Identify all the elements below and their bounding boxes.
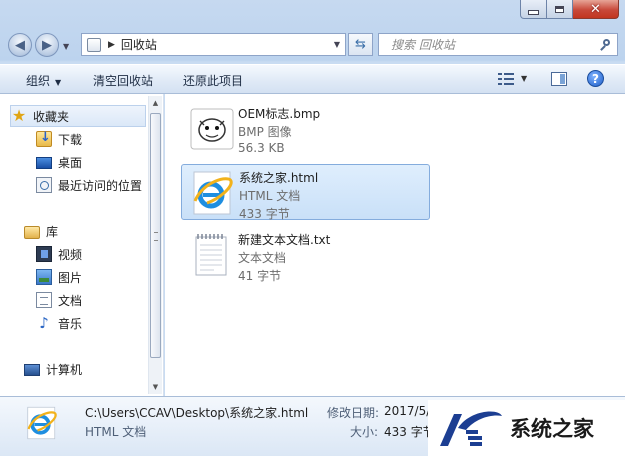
view-options-dropdown-icon[interactable]: ▼ (521, 74, 527, 83)
preview-pane-icon[interactable] (551, 72, 567, 86)
details-modified-label: 修改日期: (327, 406, 380, 420)
file-list: OEM标志.bmp BMP 图像 56.3 KB 系统之家.html HTML … (165, 94, 625, 396)
recycle-bin-small-icon (87, 37, 101, 52)
caption-buttons: ✕ (520, 0, 619, 19)
file-size: 433 字节 (239, 207, 290, 221)
ie-html-icon (193, 171, 233, 215)
sidebar-item-favorites[interactable]: ★ 收藏夹 (10, 105, 146, 127)
sidebar-item-pictures[interactable]: 图片 (36, 266, 146, 288)
watermark-logo-icon (440, 411, 502, 446)
organize-menu-button[interactable]: 组织 ▼ (26, 72, 61, 89)
command-bar: 组织 ▼ 清空回收站 还原此项目 ▼ ? (0, 64, 625, 94)
help-icon[interactable]: ? (587, 70, 604, 87)
star-icon: ★ (11, 106, 27, 125)
video-icon (36, 246, 52, 262)
details-file-type: HTML 文档 (85, 425, 147, 439)
watermark: 系统之家 (428, 400, 625, 456)
bmp-image-icon (190, 108, 234, 150)
file-name: 新建文本文档.txt (238, 233, 331, 247)
recent-pages-dropdown[interactable]: ▼ (63, 42, 69, 51)
close-icon: ✕ (590, 1, 601, 17)
sidebar-item-label: 下载 (58, 132, 83, 147)
forward-arrow-icon: ▶ (42, 37, 52, 53)
change-view-icon[interactable] (498, 72, 514, 86)
sidebar-item-label: 收藏夹 (33, 109, 70, 124)
scrollbar-thumb[interactable] (150, 113, 161, 358)
minimize-button[interactable] (520, 0, 547, 19)
library-icon (24, 225, 40, 239)
address-row: ◀ ▶ ▼ ▶ 回收站 ▼ ⇆ 搜索 回收站 (8, 33, 618, 59)
desktop-icon (36, 157, 52, 169)
file-type: BMP 图像 (238, 125, 292, 139)
sidebar-item-label: 文档 (58, 293, 83, 308)
file-item-html-selected[interactable]: 系统之家.html HTML 文档 433 字节 (181, 164, 430, 221)
minimize-icon (528, 9, 539, 15)
empty-recycle-bin-button[interactable]: 清空回收站 (93, 72, 153, 89)
refresh-button[interactable]: ⇆ (348, 33, 373, 56)
sidebar-item-label: 桌面 (58, 155, 83, 170)
explorer-window: ✕ ◀ ▶ ▼ ▶ 回收站 ▼ ⇆ 搜索 回收站 组织 ▼ 清空回收站 还原此项目… (0, 0, 625, 456)
file-name: 系统之家.html (239, 171, 319, 185)
sidebar-item-downloads[interactable]: 下载 (36, 128, 146, 150)
scroll-down-arrow-icon[interactable]: ▼ (149, 380, 162, 394)
file-item-oem-bmp[interactable]: OEM标志.bmp BMP 图像 56.3 KB (181, 101, 430, 157)
maximize-button[interactable] (547, 0, 573, 19)
search-placeholder: 搜索 回收站 (391, 38, 455, 52)
address-dropdown-icon[interactable]: ▼ (329, 40, 345, 49)
text-file-icon (195, 234, 227, 276)
file-item-txt[interactable]: 新建文本文档.txt 文本文档 41 字节 (181, 227, 430, 283)
chevron-down-icon: ▼ (55, 78, 62, 87)
scroll-up-arrow-icon[interactable]: ▲ (149, 96, 162, 110)
watermark-text: 系统之家 (510, 417, 594, 441)
sidebar-item-label: 库 (46, 224, 59, 239)
file-size: 56.3 KB (238, 141, 285, 155)
breadcrumb-chevron-icon[interactable]: ▶ (108, 40, 115, 50)
file-name: OEM标志.bmp (238, 107, 321, 121)
details-file-path: C:\Users\CCAV\Desktop\系统之家.html (85, 406, 309, 420)
search-icon[interactable] (600, 38, 612, 51)
details-size-label: 大小: (350, 425, 379, 439)
sidebar-item-label: 最近访问的位置 (58, 178, 143, 193)
breadcrumb-recycle-bin[interactable]: 回收站 (121, 36, 157, 53)
scrollbar-grip-icon (154, 232, 158, 241)
navigation-pane: ★ 收藏夹 下载 桌面 最近访问的位置 库 视频 图片 文档 (0, 94, 164, 396)
sidebar-item-computer[interactable]: 计算机 (24, 358, 146, 380)
restore-item-button[interactable]: 还原此项目 (183, 72, 243, 89)
refresh-icon: ⇆ (355, 37, 366, 52)
file-type: HTML 文档 (239, 189, 301, 203)
pictures-icon (36, 269, 52, 285)
organize-label: 组织 (26, 74, 51, 88)
sidebar-item-videos[interactable]: 视频 (36, 243, 146, 265)
sidebar-item-documents[interactable]: 文档 (36, 289, 146, 311)
sidebar-item-label: 音乐 (58, 316, 83, 331)
details-modified-value: 2017/5/ (384, 404, 431, 418)
search-box[interactable]: 搜索 回收站 (378, 33, 618, 56)
download-folder-icon (36, 130, 52, 147)
navigation-pane-scrollbar[interactable]: ▲ ▼ (148, 96, 162, 394)
sidebar-item-music[interactable]: ♪ 音乐 (36, 312, 146, 334)
close-button[interactable]: ✕ (573, 0, 619, 19)
sidebar-item-label: 图片 (58, 270, 83, 285)
back-arrow-icon: ◀ (15, 37, 25, 53)
ie-html-icon (27, 406, 57, 440)
music-icon: ♪ (39, 314, 49, 332)
sidebar-item-desktop[interactable]: 桌面 (36, 151, 146, 173)
maximize-icon (555, 5, 564, 13)
recent-places-icon (36, 177, 52, 193)
address-bar[interactable]: ▶ 回收站 ▼ (81, 33, 346, 56)
file-size: 41 字节 (238, 269, 282, 283)
computer-icon (24, 363, 40, 376)
sidebar-item-libraries[interactable]: 库 (24, 220, 146, 242)
forward-button[interactable]: ▶ (35, 33, 59, 57)
sidebar-item-recent-places[interactable]: 最近访问的位置 (36, 174, 146, 196)
documents-icon (36, 292, 52, 308)
sidebar-item-label: 计算机 (46, 362, 83, 377)
sidebar-item-label: 视频 (58, 247, 83, 262)
file-type: 文本文档 (238, 251, 287, 265)
back-button[interactable]: ◀ (8, 33, 32, 57)
